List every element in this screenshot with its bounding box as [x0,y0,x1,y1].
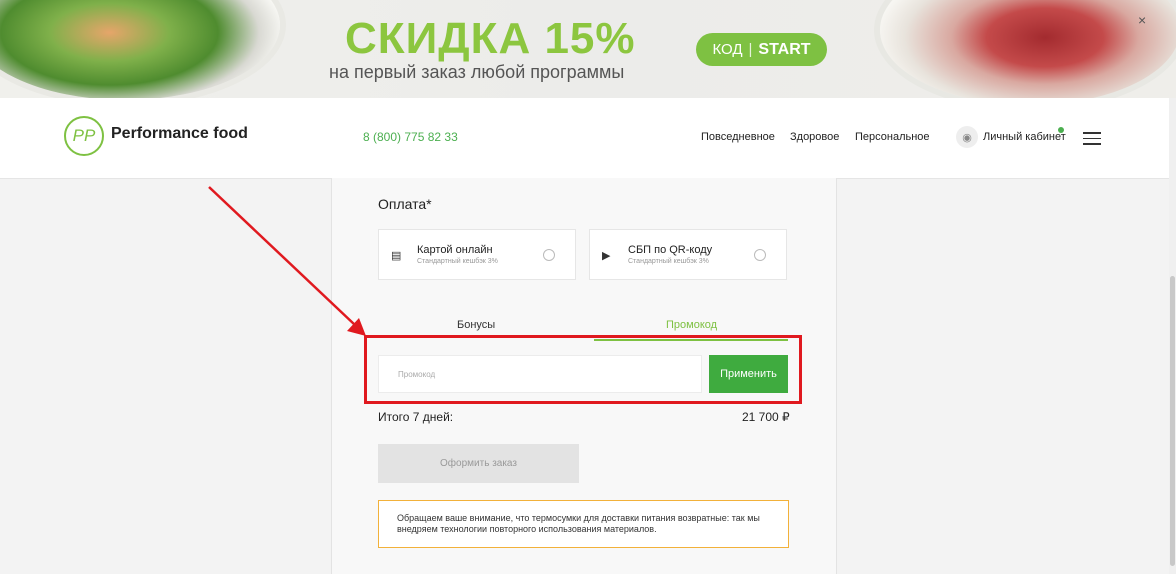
total-label: Итого 7 дней: [378,410,454,424]
pointer-arrow [208,186,366,336]
notice-box: Обращаем ваше внимание, что термосумки д… [378,500,789,548]
scrollbar[interactable] [1169,98,1176,574]
notice-text: Обращаем ваше внимание, что термосумки д… [397,513,760,534]
place-order-button[interactable]: Оформить заказ [378,444,579,483]
scrollbar-thumb[interactable] [1170,276,1175,566]
total-value: 21 700 ₽ [742,410,790,424]
